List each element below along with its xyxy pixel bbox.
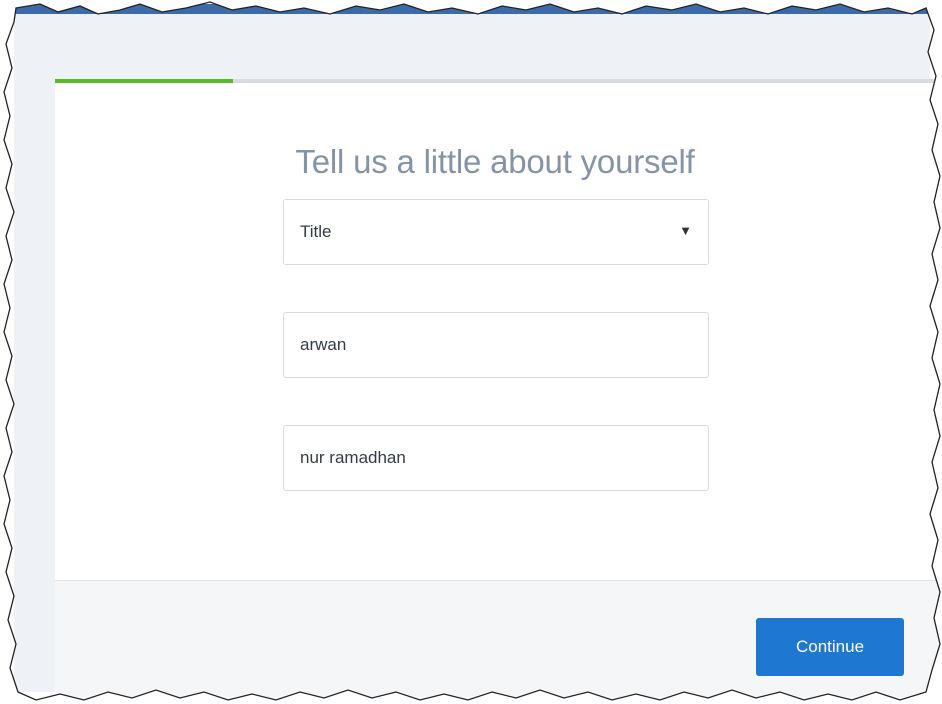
first-name-value: arwan: [300, 335, 347, 354]
signup-card: Tell us a little about yourself Title ▼ …: [55, 79, 942, 704]
progress-bar-fill: [55, 79, 233, 83]
last-name-field[interactable]: nur ramadhan: [283, 425, 709, 491]
first-name-field[interactable]: arwan: [283, 312, 709, 378]
torn-screenshot-fragment: Tell us a little about yourself Title ▼ …: [0, 0, 942, 704]
page-title: Tell us a little about yourself: [295, 143, 695, 180]
progress-bar: [55, 79, 942, 83]
caret-down-icon: ▼: [679, 223, 692, 238]
continue-button[interactable]: Continue: [756, 618, 904, 676]
title-select[interactable]: Title ▼: [283, 199, 709, 265]
title-select-value: Title: [300, 222, 332, 241]
screenshot-stage: Tell us a little about yourself Title ▼ …: [0, 0, 942, 704]
card-footer: Continue: [55, 580, 942, 704]
last-name-value: nur ramadhan: [300, 448, 406, 467]
